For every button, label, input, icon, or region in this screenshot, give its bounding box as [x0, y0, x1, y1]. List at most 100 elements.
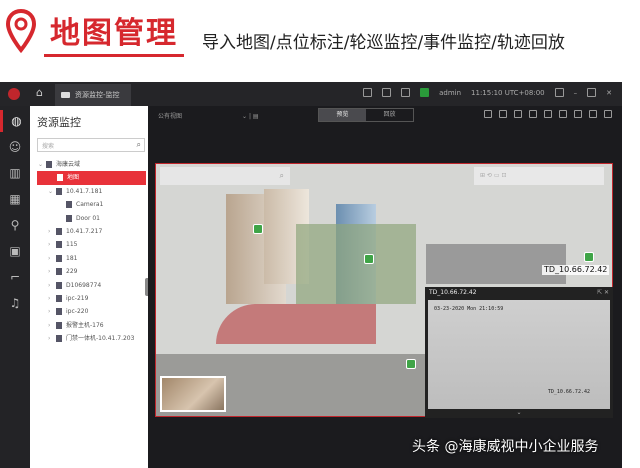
tab-preview[interactable]: 预览: [319, 109, 366, 121]
alarm-icon[interactable]: ♫: [0, 292, 30, 314]
settings-icon[interactable]: [529, 110, 537, 118]
device-icon: [66, 201, 72, 209]
expand-arrow-icon[interactable]: ›: [48, 305, 56, 318]
alarm-icon[interactable]: [363, 88, 373, 97]
title-bar: ⌂ 资源监控-监控 admin 11:15:10 UTC+08:00 – ✕: [0, 82, 622, 106]
tree-node-label: 海康云域: [56, 161, 81, 168]
expand-arrow-icon[interactable]: ›: [48, 292, 56, 305]
tree-node-label: Door 01: [76, 214, 100, 222]
tree-node[interactable]: ⌄ 10.41.7.181: [30, 185, 148, 198]
download-icon[interactable]: [382, 88, 392, 97]
tree-node-label: 地图: [67, 174, 80, 182]
tree-node[interactable]: › 229: [30, 265, 148, 278]
status-icon[interactable]: [420, 88, 430, 97]
file-icon[interactable]: [401, 88, 411, 97]
tree-node-label: 181: [66, 254, 78, 262]
expand-arrow-icon[interactable]: ›: [48, 225, 56, 238]
home-icon[interactable]: ⌂: [36, 86, 43, 99]
tree-node-label: 10.41.7.181: [66, 187, 103, 195]
map-search-input[interactable]: ⌕: [160, 167, 290, 185]
map-toolbar[interactable]: ⊞ ⟲ ▭ ⊡: [474, 167, 604, 185]
fullscreen-icon[interactable]: [574, 110, 582, 118]
screen-icon[interactable]: ▣: [0, 240, 30, 262]
camera-marker[interactable]: [253, 224, 263, 234]
tree-node[interactable]: › 门禁一体机-10.41.7.203: [30, 332, 148, 345]
banner-title: 地图管理: [50, 16, 178, 51]
tree-node[interactable]: › 181: [30, 252, 148, 265]
face-icon[interactable]: ☺: [0, 136, 30, 158]
building: [216, 304, 376, 344]
person-icon[interactable]: ⚲: [0, 214, 30, 236]
user-menu[interactable]: admin: [439, 89, 461, 97]
expand-arrow-icon[interactable]: ⌄: [38, 158, 46, 171]
tree-node-label: 229: [66, 268, 78, 276]
building: [426, 244, 566, 284]
expand-arrow-icon[interactable]: ›: [48, 252, 56, 265]
camera-marker[interactable]: [584, 252, 594, 262]
tab-playback[interactable]: 回放: [366, 109, 413, 121]
mode-toggle: 预览 回放: [318, 108, 414, 122]
expand-arrow-icon[interactable]: ›: [48, 332, 56, 345]
maximize-button[interactable]: [587, 88, 597, 97]
expand-arrow-icon[interactable]: ›: [48, 238, 56, 251]
cloud-icon[interactable]: [484, 110, 492, 118]
camera-icon[interactable]: ⌐: [0, 266, 30, 288]
tree-node-label: D10698774: [66, 281, 102, 289]
expand-arrow-icon[interactable]: ›: [48, 319, 56, 332]
banner: 地图管理 导入地图/点位标注/轮巡监控/事件监控/轨迹回放: [0, 0, 640, 78]
video-feed[interactable]: 03-23-2020 Mon 21:10:59 TD_10.66.72.42: [428, 300, 610, 409]
tree-search-input[interactable]: 搜索 ⌕: [37, 138, 145, 152]
expand-arrow-icon[interactable]: ›: [48, 265, 56, 278]
tree-node[interactable]: › ipc-220: [30, 305, 148, 318]
app-window: ⌂ 资源监控-监控 admin 11:15:10 UTC+08:00 – ✕ ◍…: [0, 82, 622, 468]
tree-node[interactable]: 地图: [37, 171, 146, 185]
device-icon: [56, 227, 62, 235]
tree-node[interactable]: › 10.41.7.217: [30, 225, 148, 238]
device-icon: [56, 335, 62, 343]
tree-node[interactable]: Door 01: [30, 212, 148, 225]
left-rail: ◍ ☺ ▥ ▦ ⚲ ▣ ⌐ ♫: [0, 106, 30, 468]
view-toolbar: [484, 110, 612, 118]
minimize-button[interactable]: –: [574, 89, 578, 97]
tree-node[interactable]: › 115: [30, 238, 148, 251]
layout-icon[interactable]: [589, 110, 597, 118]
tree-node-label: 报警主机-176: [66, 321, 104, 329]
layout-icon[interactable]: ▥: [0, 162, 30, 184]
video-popup: TD_10.66.72.42 ⇱ ✕ 03-23-2020 Mon 21:10:5…: [425, 287, 613, 418]
video-title: TD_10.66.72.42: [429, 289, 477, 296]
grid-icon[interactable]: ▦: [0, 188, 30, 210]
panel-title: 资源监控: [37, 116, 81, 129]
map-overview-thumbnail[interactable]: [160, 376, 226, 412]
search-icon[interactable]: ⌕: [137, 140, 141, 150]
split-icon[interactable]: [559, 110, 567, 118]
tree-node-label: ipc-220: [66, 308, 89, 316]
device-icon: [56, 281, 62, 289]
lock-icon[interactable]: [554, 88, 564, 97]
search-placeholder: 搜索: [42, 143, 55, 150]
tree-node[interactable]: ⌄ 海康云域: [30, 158, 148, 171]
tree-node[interactable]: Camera1: [30, 198, 148, 211]
tree-node[interactable]: › 报警主机-176: [30, 319, 148, 332]
expand-arrow-icon[interactable]: ⌄: [48, 185, 56, 198]
camera-marker[interactable]: [364, 254, 374, 264]
app-logo: [8, 88, 20, 100]
globe-icon[interactable]: ◍: [0, 110, 30, 132]
camera-marker[interactable]: [406, 359, 416, 369]
window-icon[interactable]: [544, 110, 552, 118]
tree-node[interactable]: › D10698774: [30, 279, 148, 292]
close-button[interactable]: ✕: [606, 89, 612, 97]
chevron-down-icon[interactable]: ⌄: [425, 409, 613, 418]
popout-close-icons[interactable]: ⇱ ✕: [597, 287, 609, 299]
tree-node[interactable]: › ipc-219: [30, 292, 148, 305]
tree-node-label: Camera1: [76, 201, 104, 209]
record-icon[interactable]: [514, 110, 522, 118]
tab-resource-monitor[interactable]: 资源监控-监控: [55, 84, 131, 106]
tree-node-label: 10.41.7.217: [66, 227, 103, 235]
popout-icon[interactable]: [604, 110, 612, 118]
green-roof: [296, 224, 416, 304]
device-icon: [56, 241, 62, 249]
expand-arrow-icon[interactable]: ›: [48, 279, 56, 292]
resource-tree-panel: 资源监控 搜索 ⌕ ⌄ 海康云域地图 ⌄ 10.41.7.181 Camera1 Door …: [30, 106, 148, 468]
view-select[interactable]: 公有视图 ⌄ | ▤: [158, 111, 259, 120]
snapshot-icon[interactable]: [499, 110, 507, 118]
